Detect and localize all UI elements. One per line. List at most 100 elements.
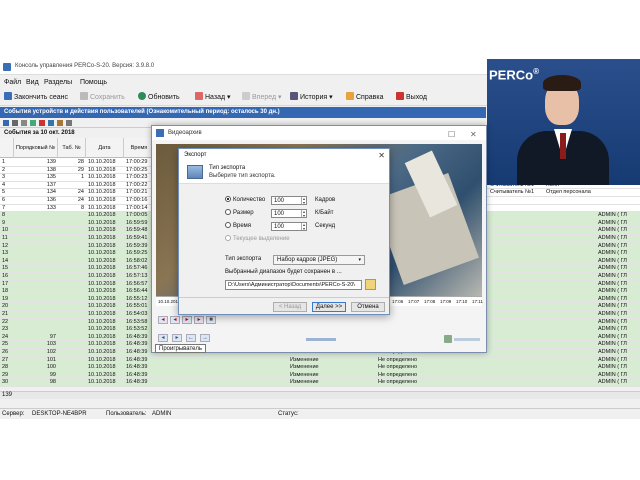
stop-icon[interactable]: ■ — [206, 316, 216, 324]
exit-button[interactable]: Выход — [396, 92, 427, 104]
user-cell: ADMIN ( ГЛ — [598, 333, 627, 340]
menu-file[interactable]: Файл — [4, 79, 21, 86]
location-cell: Отдел персонала — [546, 189, 591, 196]
play-icon[interactable]: ▸ — [182, 316, 192, 324]
date-cell: 10.10.2018 — [88, 227, 116, 234]
tab-number-cell: 8 — [80, 204, 84, 211]
back-button[interactable]: Назад ▾ — [195, 92, 231, 104]
user-cell: ADMIN ( ГЛ — [598, 371, 627, 378]
date-cell: 10.10.2018 — [88, 174, 116, 181]
export-path-field[interactable]: D:\Users\Администратор\Documents\PERCo-S… — [225, 280, 362, 290]
play-reverse-icon[interactable]: ◂ — [170, 316, 180, 324]
delete-icon[interactable] — [39, 120, 45, 126]
date-cell: 10.10.2018 — [88, 333, 116, 340]
export-header: Тип экспорта Выберите тип экспорта. — [179, 162, 389, 184]
section-banner: События устройств и действия пользовател… — [0, 107, 486, 118]
close-session-button[interactable]: Закончить сеанс — [4, 92, 68, 104]
user-cell: ADMIN ( ГЛ — [598, 212, 627, 219]
maximize-icon[interactable]: ☐ — [448, 128, 455, 142]
row-number-cell: 12 — [2, 242, 9, 249]
folder-icon[interactable] — [365, 279, 376, 290]
user-cell: ADMIN ( ГЛ — [598, 280, 627, 287]
tab-number-cell: 1 — [80, 174, 84, 181]
time-unit: Секунд — [315, 223, 336, 229]
horizontal-scrollbar[interactable]: 139 — [0, 391, 640, 399]
print-icon[interactable] — [30, 120, 36, 126]
next-frame-icon[interactable]: → — [200, 334, 210, 342]
user-cell: ADMIN ( ГЛ — [598, 295, 627, 302]
step-forward-icon[interactable]: ▸ — [172, 334, 182, 342]
close-icon[interactable]: ✕ — [378, 149, 385, 162]
forward-button[interactable]: Вперед ▾ — [242, 92, 282, 104]
seq-number-cell: 137 — [46, 181, 56, 188]
table-row[interactable]: 29 99 10.10.2018 16:48:39 ADMIN ( ГЛ Изменени… — [0, 371, 640, 380]
menu-sections[interactable]: Разделы — [44, 79, 72, 86]
close-icon[interactable]: ✕ — [470, 128, 477, 142]
fast-forward-icon[interactable]: ▸ — [194, 316, 204, 324]
table-header: Порядковый № Таб. № Дата Время — [0, 138, 155, 158]
event-status-cell: Не определено — [378, 379, 418, 386]
date-cell: 10.10.2018 — [88, 235, 116, 241]
columns-icon[interactable] — [66, 120, 72, 126]
back-button[interactable]: < Назад — [273, 302, 307, 312]
save-button[interactable]: Сохранить — [80, 92, 125, 104]
export-icon[interactable] — [48, 120, 54, 126]
edit-icon[interactable] — [21, 120, 27, 126]
radio-time[interactable]: Время — [225, 222, 251, 230]
cancel-button[interactable]: Отмена — [351, 302, 385, 312]
export-type-select[interactable]: Набор кадров (JPEG) ▾ — [273, 255, 365, 265]
timeline-tick: 17:10 — [456, 299, 468, 304]
tab-number-cell: 24 — [77, 197, 84, 203]
history-button[interactable]: История ▾ — [290, 92, 333, 104]
reader-cell: Считыватель №1 — [490, 189, 535, 196]
radio-icon — [225, 209, 231, 215]
volume-slider[interactable] — [454, 338, 480, 341]
seq-number-cell: 136 — [46, 197, 56, 203]
next-button[interactable]: Далее >> — [312, 302, 346, 312]
user-cell: ADMIN ( ГЛ — [598, 311, 627, 317]
exit-icon — [396, 92, 404, 100]
prev-frame-icon[interactable]: ← — [186, 334, 196, 342]
window-title: Консоль управления PERCo-S-20. Версия: 3… — [15, 63, 155, 69]
row-number-cell: 27 — [2, 356, 9, 363]
refresh-button[interactable]: Обновить — [138, 92, 180, 104]
size-stepper[interactable]: 100 ▴ ▾ — [271, 209, 307, 218]
radio-current-selection[interactable]: Текущее выделение — [225, 235, 290, 243]
user-cell: ADMIN ( ГЛ — [598, 242, 627, 249]
step-back-icon[interactable]: ◂ — [158, 334, 168, 342]
quantity-stepper[interactable]: 100 ▴ ▾ — [271, 196, 307, 205]
col-tab-number[interactable]: Таб. № — [58, 138, 86, 158]
chevron-down-icon: ▾ — [358, 257, 361, 263]
help-button[interactable]: Справка — [346, 92, 383, 104]
radio-size[interactable]: Размер — [225, 209, 254, 217]
spinner-arrows-icon[interactable]: ▴ ▾ — [301, 197, 306, 205]
spinner-arrows-icon[interactable]: ▴ ▾ — [301, 210, 306, 218]
row-number-cell: 15 — [2, 265, 9, 272]
zoom-slider[interactable] — [306, 338, 336, 341]
player-tooltip: Проигрыватель — [155, 344, 206, 353]
rewind-icon[interactable]: ◂ — [158, 316, 168, 324]
date-cell: 10.10.2018 — [88, 371, 116, 378]
col-seq-number[interactable]: Порядковый № — [14, 138, 58, 158]
row-number-cell: 22 — [2, 318, 9, 325]
table-row[interactable]: 28 100 10.10.2018 16:48:39 ADMIN ( ГЛ Изменен… — [0, 364, 640, 372]
date-cell: 10.10.2018 — [88, 197, 116, 203]
time-stepper[interactable]: 100 ▴ ▾ — [271, 222, 307, 231]
speaker-icon[interactable] — [444, 335, 452, 343]
row-number-cell: 17 — [2, 280, 9, 287]
table-row[interactable]: 27 101 10.10.2018 16:48:39 ADMIN ( ГЛ Изменен… — [0, 356, 640, 365]
table-row[interactable]: 30 98 10.10.2018 16:48:39 ADMIN ( ГЛ Изменени… — [0, 379, 640, 387]
menu-view[interactable]: Вид — [26, 79, 39, 86]
seq-number-cell: 133 — [46, 204, 56, 211]
filter-icon[interactable] — [3, 120, 9, 126]
radio-quantity[interactable]: Количество — [225, 196, 265, 204]
user-cell: ADMIN ( ГЛ — [598, 250, 627, 257]
check-icon[interactable] — [57, 120, 63, 126]
row-count: 139 — [2, 392, 13, 398]
menu-help[interactable]: Помощь — [80, 79, 107, 86]
col-date[interactable]: Дата — [86, 138, 124, 158]
spinner-arrows-icon[interactable]: ▴ ▾ — [301, 223, 306, 231]
grid-icon[interactable] — [12, 120, 18, 126]
save-icon — [80, 92, 88, 100]
row-number-cell: 28 — [2, 364, 9, 371]
